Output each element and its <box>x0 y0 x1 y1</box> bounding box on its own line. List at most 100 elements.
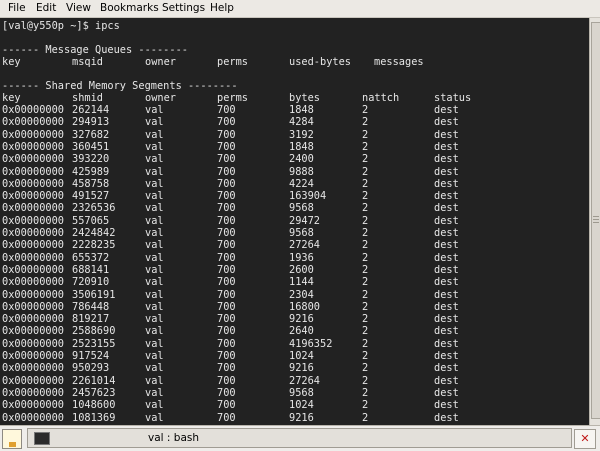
shm-cell-perms: 700 <box>217 239 236 252</box>
shm-cell-status: dest <box>434 350 459 362</box>
desktop-icon[interactable] <box>2 429 22 449</box>
shm-cell-nattch: 2 <box>362 300 369 313</box>
shm-cell-bytes: 1024 <box>289 399 314 412</box>
shm-cell-key: 0x00000000 <box>2 263 64 276</box>
shm-cell-perms: 700 <box>217 374 236 387</box>
shm-cell-shmid: 557065 <box>72 214 110 227</box>
menu-view[interactable]: View <box>66 2 91 14</box>
shm-cell-shmid: 2523155 <box>72 337 116 350</box>
shm-cell-nattch: 2 <box>362 263 369 276</box>
shm-cell-key: 0x00000000 <box>2 227 64 239</box>
terminal-output[interactable]: [val@y550p ~]$ ipcs ------ Message Queue… <box>0 18 589 425</box>
shm-cell-bytes: 9568 <box>289 227 314 239</box>
shm-cell-shmid: 491527 <box>72 190 110 203</box>
shm-cell-shmid: 294913 <box>72 116 110 129</box>
shm-cell-nattch: 2 <box>362 202 369 215</box>
shm-cell-status: dest <box>434 300 459 313</box>
shm-cell-perms: 700 <box>217 411 236 424</box>
shm-cell-owner: val <box>145 411 164 424</box>
terminal-scrollbar[interactable] <box>589 18 600 425</box>
shm-cell-bytes: 9216 <box>289 313 314 326</box>
shared-memory-columns: key shmid owner perms bytes nattch statu… <box>2 92 471 104</box>
shm-cell-bytes: 9568 <box>289 202 314 215</box>
shm-col-status: status <box>434 92 472 104</box>
shm-cell-perms: 700 <box>217 350 236 362</box>
shm-cell-status: dest <box>434 411 459 424</box>
shm-cell-nattch: 2 <box>362 313 369 326</box>
shm-cell-nattch: 2 <box>362 153 369 166</box>
shm-cell-status: dest <box>434 140 459 153</box>
shm-cell-owner: val <box>145 313 164 326</box>
shm-cell-status: dest <box>434 104 459 116</box>
shm-cell-status: dest <box>434 165 459 178</box>
shm-cell-owner: val <box>145 128 164 141</box>
shm-cell-shmid: 360451 <box>72 140 110 153</box>
shm-cell-owner: val <box>145 374 164 387</box>
shm-col-bytes: bytes <box>289 92 320 104</box>
shm-cell-nattch: 2 <box>362 350 369 362</box>
shm-cell-perms: 700 <box>217 128 236 141</box>
shm-cell-perms: 700 <box>217 313 236 326</box>
shm-cell-bytes: 2304 <box>289 288 314 301</box>
menu-bookmarks[interactable]: Bookmarks <box>100 2 159 14</box>
shm-cell-owner: val <box>145 177 164 190</box>
shm-cell-perms: 700 <box>217 227 236 239</box>
terminal-icon <box>34 432 50 445</box>
shm-cell-perms: 700 <box>217 177 236 190</box>
menu-help[interactable]: Help <box>210 2 234 14</box>
shm-cell-nattch: 2 <box>362 251 369 264</box>
shm-cell-status: dest <box>434 399 459 412</box>
shm-cell-shmid: 458758 <box>72 177 110 190</box>
shm-cell-perms: 700 <box>217 153 236 166</box>
shm-cell-key: 0x00000000 <box>2 251 64 264</box>
shm-cell-nattch: 2 <box>362 411 369 424</box>
shm-cell-status: dest <box>434 239 459 252</box>
menu-settings[interactable]: Settings <box>162 2 205 14</box>
shm-cell-key: 0x00000000 <box>2 104 64 116</box>
shm-cell-bytes: 1144 <box>289 276 314 289</box>
shm-cell-key: 0x00000000 <box>2 350 64 362</box>
shm-cell-key: 0x00000000 <box>2 276 64 289</box>
shm-cell-nattch: 2 <box>362 165 369 178</box>
shm-cell-shmid: 655372 <box>72 251 110 264</box>
taskbar-task-bash[interactable]: val : bash <box>27 428 572 448</box>
shm-cell-owner: val <box>145 140 164 153</box>
shm-cell-owner: val <box>145 153 164 166</box>
shm-cell-perms: 700 <box>217 288 236 301</box>
shm-cell-owner: val <box>145 362 164 375</box>
shm-cell-perms: 700 <box>217 263 236 276</box>
shm-cell-owner: val <box>145 300 164 313</box>
shm-cell-key: 0x00000000 <box>2 202 64 215</box>
shm-cell-owner: val <box>145 227 164 239</box>
shm-cell-status: dest <box>434 214 459 227</box>
shm-cell-bytes: 4196352 <box>289 337 333 350</box>
shm-cell-status: dest <box>434 190 459 203</box>
mq-col-perms: perms <box>217 56 248 68</box>
shm-cell-key: 0x00000000 <box>2 337 64 350</box>
shm-cell-owner: val <box>145 399 164 412</box>
shm-cell-nattch: 2 <box>362 239 369 252</box>
shm-cell-bytes: 163904 <box>289 190 327 203</box>
shm-col-owner: owner <box>145 92 176 104</box>
shm-cell-bytes: 27264 <box>289 239 320 252</box>
shm-cell-status: dest <box>434 116 459 129</box>
shm-cell-owner: val <box>145 263 164 276</box>
shm-cell-status: dest <box>434 177 459 190</box>
shm-cell-shmid: 1081369 <box>72 411 116 424</box>
shm-cell-status: dest <box>434 251 459 264</box>
shm-cell-owner: val <box>145 337 164 350</box>
shm-cell-status: dest <box>434 337 459 350</box>
thumb-grip <box>593 216 599 217</box>
menu-file[interactable]: File <box>8 2 26 14</box>
menu-edit[interactable]: Edit <box>36 2 56 14</box>
shm-cell-key: 0x00000000 <box>2 190 64 203</box>
shm-cell-perms: 700 <box>217 251 236 264</box>
shm-cell-nattch: 2 <box>362 288 369 301</box>
shm-cell-shmid: 819217 <box>72 313 110 326</box>
shm-cell-key: 0x00000000 <box>2 325 64 338</box>
shm-cell-bytes: 1848 <box>289 140 314 153</box>
shm-cell-owner: val <box>145 276 164 289</box>
scrollbar-thumb[interactable] <box>591 22 600 419</box>
shm-cell-nattch: 2 <box>362 374 369 387</box>
close-icon[interactable]: ✕ <box>574 429 596 449</box>
